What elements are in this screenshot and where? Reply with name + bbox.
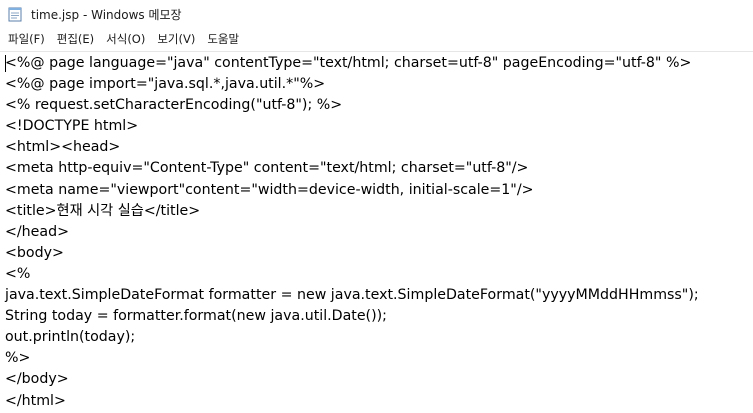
window-title: time.jsp - Windows 메모장 [31,8,182,22]
code-line: java.text.SimpleDateFormat formatter = n… [5,287,699,304]
code-lines: <%@ page language="java" contentType="te… [5,53,699,412]
code-line: <meta http-equiv="Content-Type" content=… [5,160,529,177]
menu-view[interactable]: 보기(V) [151,30,201,49]
code-line: </html> [5,392,66,409]
code-line: <meta name="viewport"content="width=devi… [5,181,534,198]
text-editor-area[interactable]: <%@ page language="java" contentType="te… [0,51,753,413]
code-line: <!DOCTYPE html> [5,118,139,135]
notepad-window: time.jsp - Windows 메모장 파일(F) 편집(E) 서식(O)… [0,0,753,413]
menu-format[interactable]: 서식(O) [100,30,151,49]
code-line: String today = formatter.format(new java… [5,308,387,325]
code-line: %> [5,350,31,367]
menu-edit[interactable]: 편집(E) [51,30,100,49]
code-line: <body> [5,244,64,261]
code-line: <%@ page language="java" contentType="te… [5,55,692,71]
menu-help[interactable]: 도움말 [201,30,245,49]
code-line: <% [5,265,31,282]
code-line: out.println(today); [5,329,136,346]
code-line: <html><head> [5,139,121,156]
menu-bar: 파일(F) 편집(E) 서식(O) 보기(V) 도움말 [0,29,753,50]
code-line: </head> [5,223,69,240]
title-bar[interactable]: time.jsp - Windows 메모장 [0,0,753,28]
code-line: <% request.setCharacterEncoding("utf-8")… [5,97,343,114]
code-line: </body> [5,371,69,388]
code-line: <title>현재 시각 실습</title> [5,202,201,219]
menu-file[interactable]: 파일(F) [2,30,51,49]
notepad-icon [8,6,22,22]
code-line: <%@ page import="java.sql.*,java.util.*"… [5,76,326,93]
